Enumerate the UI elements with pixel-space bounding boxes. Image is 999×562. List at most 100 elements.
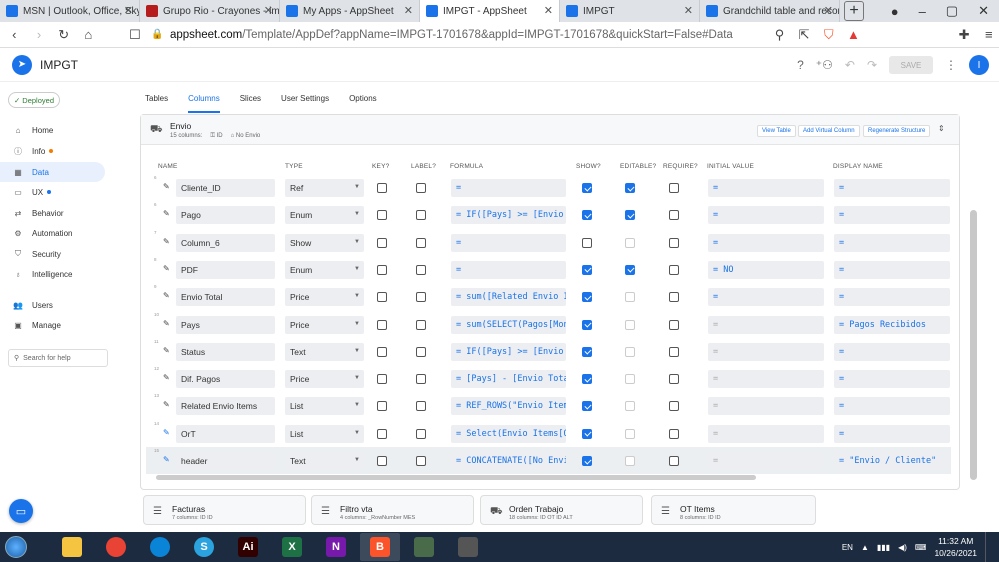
column-type-select[interactable]: List ▼ xyxy=(285,397,364,416)
initial-value-field[interactable]: = xyxy=(708,342,824,361)
formula-field[interactable]: = Select(Envio Items[OT xyxy=(451,424,566,443)
show-checkbox[interactable] xyxy=(582,237,592,248)
browser-tab[interactable]: IMPGT ✕ xyxy=(560,0,700,22)
initial-value-field[interactable]: = xyxy=(708,370,824,389)
column-type-select[interactable]: List ▼ xyxy=(285,424,364,443)
tray-expand-icon[interactable]: ▲ xyxy=(861,543,869,552)
initial-value-field[interactable]: = xyxy=(708,397,824,416)
formula-field[interactable]: = xyxy=(451,233,566,252)
require-checkbox[interactable] xyxy=(669,292,679,303)
url-field[interactable]: appsheet.com/Template/AppDef?appName=IMP… xyxy=(170,29,733,41)
taskbar-app[interactable] xyxy=(448,533,488,561)
table-card-filtro-vta[interactable]: ☰ Filtro vta 4 columns: _RowNumber MES xyxy=(311,495,474,525)
key-checkbox[interactable] xyxy=(377,456,387,466)
edit-pencil-icon[interactable]: ✎ xyxy=(163,319,170,328)
clock[interactable]: 11:32 AM 10/26/2021 xyxy=(934,535,977,559)
horizontal-scrollbar[interactable] xyxy=(156,475,756,480)
formula-field[interactable]: = xyxy=(451,179,566,197)
back-icon[interactable]: ‹ xyxy=(4,27,25,42)
key-checkbox[interactable] xyxy=(377,292,387,303)
taskbar-app[interactable]: B xyxy=(360,533,400,561)
display-name-field[interactable]: = xyxy=(834,288,950,307)
close-icon[interactable]: ✕ xyxy=(684,4,693,17)
column-name-field[interactable]: header xyxy=(176,452,275,470)
zoom-icon[interactable]: ⚲ xyxy=(769,27,790,43)
bookmark-icon[interactable]: ☐ xyxy=(125,27,146,43)
label-checkbox[interactable] xyxy=(416,210,426,221)
browser-tab[interactable]: Grandchild table and record ✕ xyxy=(700,0,840,22)
column-type-select[interactable]: Enum ▼ xyxy=(285,260,364,279)
column-type-select[interactable]: Price ▼ xyxy=(285,370,364,389)
column-type-select[interactable]: Show ▼ xyxy=(285,233,364,252)
network-icon[interactable]: ▮▮▮ xyxy=(877,543,890,552)
initial-value-field[interactable]: = xyxy=(708,315,824,334)
editable-checkbox[interactable] xyxy=(625,183,635,193)
require-checkbox[interactable] xyxy=(669,183,679,193)
language-indicator[interactable]: EN xyxy=(842,543,853,552)
tab-options[interactable]: Options xyxy=(349,94,377,113)
start-button[interactable] xyxy=(0,532,32,562)
close-icon[interactable]: ✕ xyxy=(124,4,133,17)
column-name-field[interactable]: Envio Total xyxy=(176,288,275,307)
ime-icon[interactable]: ⌨ xyxy=(915,543,927,552)
initial-value-field[interactable]: = xyxy=(708,179,824,197)
require-checkbox[interactable] xyxy=(669,264,679,275)
formula-field[interactable]: = IF([Pays] >= [Envio T xyxy=(451,342,566,361)
collapse-icon[interactable]: ⇕ xyxy=(938,124,945,133)
edit-pencil-icon[interactable]: ✎ xyxy=(163,373,170,382)
require-checkbox[interactable] xyxy=(669,401,679,412)
display-name-field[interactable]: = xyxy=(834,260,950,279)
window-close-icon[interactable]: ✕ xyxy=(968,3,999,19)
share-icon[interactable]: ⇱ xyxy=(794,27,815,43)
show-checkbox[interactable] xyxy=(582,292,592,303)
help-icon[interactable]: ? xyxy=(797,58,804,72)
table-card-header[interactable]: ⛟ Envio 15 columns: ⚿ ID ⌂ No Envio View… xyxy=(141,115,959,145)
new-tab-button[interactable]: + xyxy=(844,1,864,21)
display-name-field[interactable]: = xyxy=(834,342,950,361)
formula-field[interactable]: = REF_ROWS("Envio Items xyxy=(451,397,566,416)
formula-field[interactable]: = CONCATENATE([No Envio xyxy=(451,452,566,470)
initial-value-field[interactable]: = xyxy=(708,288,824,307)
column-name-field[interactable]: Pago xyxy=(176,206,275,225)
edit-pencil-icon[interactable]: ✎ xyxy=(163,400,170,409)
show-checkbox[interactable] xyxy=(582,346,592,357)
initial-value-field[interactable]: = xyxy=(708,424,824,443)
taskbar-app[interactable] xyxy=(52,533,92,561)
regenerate-structure-button[interactable]: Regenerate Structure xyxy=(863,125,931,137)
key-checkbox[interactable] xyxy=(377,401,387,412)
show-checkbox[interactable] xyxy=(582,183,592,193)
maximize-icon[interactable]: ▢ xyxy=(936,3,968,19)
edit-pencil-icon[interactable]: ✎ xyxy=(163,264,170,273)
label-checkbox[interactable] xyxy=(416,346,426,357)
sidebar-item-manage[interactable]: ▣ Manage xyxy=(0,315,105,335)
column-name-field[interactable]: Pays xyxy=(176,315,275,334)
edit-pencil-icon[interactable]: ✎ xyxy=(163,209,170,218)
browser-tab[interactable]: MSN | Outlook, Office, Skype ✕ xyxy=(0,0,140,22)
taskbar-app[interactable]: N xyxy=(316,533,356,561)
table-card-orden-trabajo[interactable]: ⛟ Orden Trabajo 18 columns: ID OT ID ALT xyxy=(480,495,643,525)
key-checkbox[interactable] xyxy=(377,264,387,275)
more-vert-icon[interactable]: ⋮ xyxy=(945,58,957,72)
taskbar-app[interactable] xyxy=(404,533,444,561)
column-type-select[interactable]: Text ▼ xyxy=(285,452,364,470)
key-checkbox[interactable] xyxy=(377,237,387,248)
close-icon[interactable]: ✕ xyxy=(404,4,413,17)
tab-user-settings[interactable]: User Settings xyxy=(281,94,329,113)
taskbar-app[interactable]: S xyxy=(184,533,224,561)
edit-pencil-icon[interactable]: ✎ xyxy=(163,346,170,355)
formula-field[interactable]: = [Pays] - [Envio Total xyxy=(451,370,566,389)
label-checkbox[interactable] xyxy=(416,292,426,303)
display-name-field[interactable]: = xyxy=(834,424,950,443)
display-name-field[interactable]: = xyxy=(834,370,950,389)
share-users-icon[interactable]: ⁺⚇ xyxy=(816,58,833,72)
display-name-field[interactable]: = "Envio / Cliente" xyxy=(834,452,950,470)
initial-value-field[interactable]: = xyxy=(708,452,824,470)
browser-tab[interactable]: My Apps - AppSheet ✕ xyxy=(280,0,420,22)
show-checkbox[interactable] xyxy=(582,264,592,275)
edit-pencil-icon[interactable]: ✎ xyxy=(163,455,170,464)
table-card-facturas[interactable]: ☰ Facturas 7 columns: ID ID xyxy=(143,495,306,525)
taskbar-app[interactable] xyxy=(96,533,136,561)
edit-pencil-icon[interactable]: ✎ xyxy=(163,237,170,246)
menu-icon[interactable]: ≡ xyxy=(978,27,999,42)
forward-icon[interactable]: › xyxy=(29,27,50,42)
